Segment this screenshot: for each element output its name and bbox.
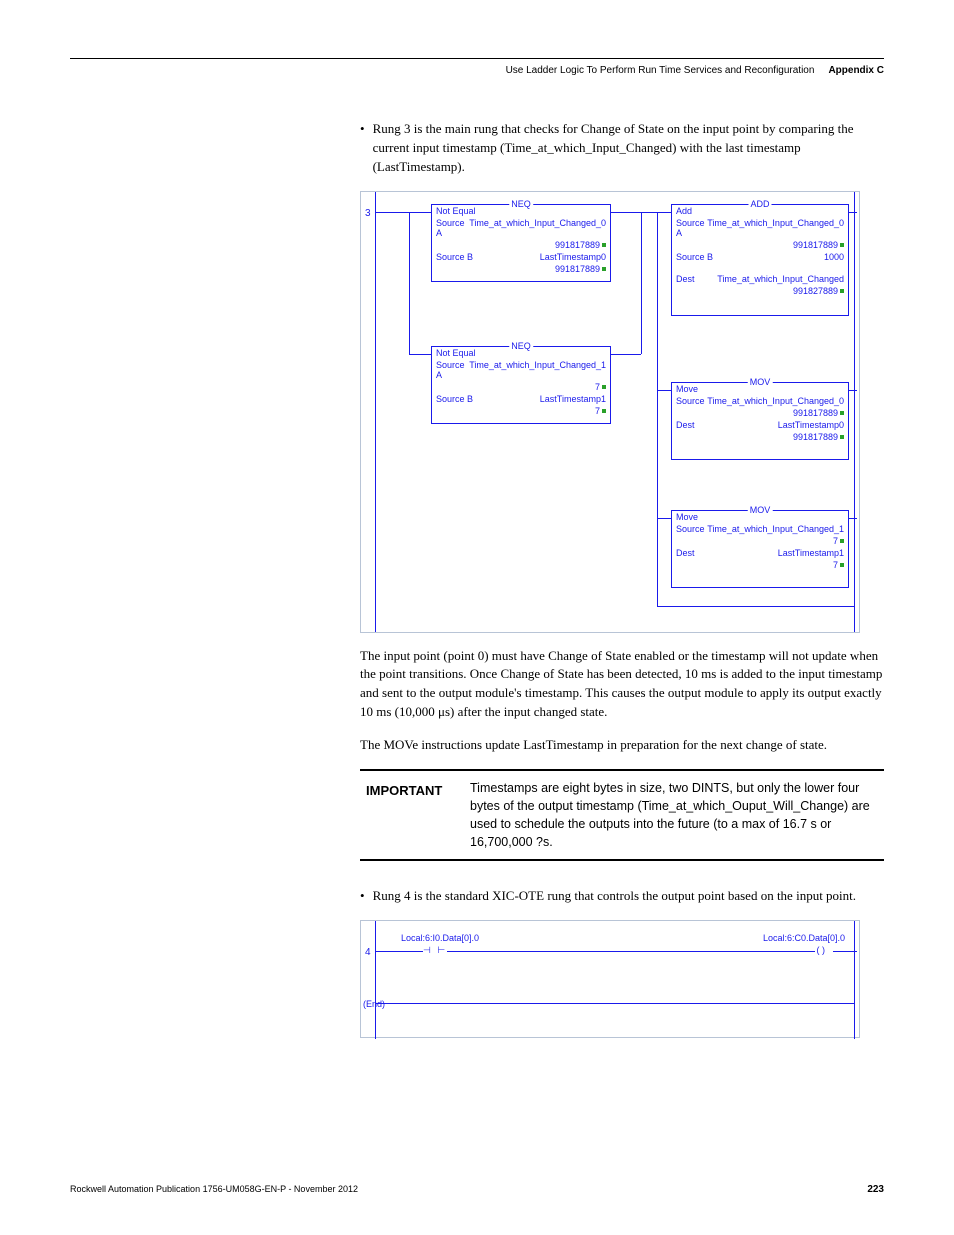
rung-number-4: 4 bbox=[365, 947, 371, 958]
header-appendix-label: Appendix C bbox=[828, 65, 884, 76]
mov1-title: MOV bbox=[748, 377, 773, 387]
paragraph-cos: The input point (point 0) must have Chan… bbox=[360, 647, 884, 722]
callout-label: IMPORTANT bbox=[360, 779, 470, 852]
mov-block-1: MOV Move SourceTime_at_which_Input_Chang… bbox=[671, 382, 849, 460]
live-indicator-icon bbox=[840, 411, 844, 415]
xic-tag: Local:6:I0.Data[0].0 bbox=[401, 933, 479, 943]
bullet-dot-icon: • bbox=[360, 887, 365, 906]
live-indicator-icon bbox=[840, 243, 844, 247]
live-indicator-icon bbox=[840, 563, 844, 567]
live-indicator-icon bbox=[840, 435, 844, 439]
bullet-rung-3: • Rung 3 is the main rung that checks fo… bbox=[360, 120, 884, 177]
bullet-rung-4: • Rung 4 is the standard XIC-OTE rung th… bbox=[360, 887, 884, 906]
live-indicator-icon bbox=[840, 289, 844, 293]
important-callout: IMPORTANT Timestamps are eight bytes in … bbox=[360, 769, 884, 862]
neq-block-1: NEQ Not Equal Source ATime_at_which_Inpu… bbox=[431, 204, 611, 282]
live-indicator-icon bbox=[602, 267, 606, 271]
live-indicator-icon bbox=[602, 409, 606, 413]
bullet-dot-icon: • bbox=[360, 120, 365, 177]
ote-tag: Local:6:C0.Data[0].0 bbox=[763, 933, 845, 943]
end-label: (End) bbox=[363, 999, 385, 1009]
callout-text: Timestamps are eight bytes in size, two … bbox=[470, 779, 884, 852]
paragraph-mov: The MOVe instructions update LastTimesta… bbox=[360, 736, 884, 755]
header-chapter-title: Use Ladder Logic To Perform Run Time Ser… bbox=[506, 65, 815, 76]
add-block: ADD Add Source ATime_at_which_Input_Chan… bbox=[671, 204, 849, 316]
footer-publication: Rockwell Automation Publication 1756-UM0… bbox=[70, 1184, 358, 1195]
ladder-figure-rung-4: 4 Local:6:I0.Data[0].0 ⊣ ⊢ Local:6:C0.Da… bbox=[360, 920, 860, 1038]
xic-symbol-icon: ⊣ ⊢ bbox=[423, 945, 447, 956]
rung-number-3: 3 bbox=[365, 208, 371, 219]
live-indicator-icon bbox=[602, 385, 606, 389]
neq-block-2: NEQ Not Equal Source ATime_at_which_Inpu… bbox=[431, 346, 611, 424]
bullet-rung-3-text: Rung 3 is the main rung that checks for … bbox=[373, 120, 884, 177]
page-header: Use Ladder Logic To Perform Run Time Ser… bbox=[70, 65, 884, 76]
neq2-title: NEQ bbox=[509, 341, 533, 351]
bullet-rung-4-text: Rung 4 is the standard XIC-OTE rung that… bbox=[373, 887, 856, 906]
mov2-title: MOV bbox=[748, 505, 773, 515]
neq1-title: NEQ bbox=[509, 199, 533, 209]
ladder-figure-rung-3: 3 NEQ Not Equal Source ATime_at_which_In… bbox=[360, 191, 860, 633]
live-indicator-icon bbox=[840, 539, 844, 543]
footer-page-number: 223 bbox=[867, 1184, 884, 1195]
add-title: ADD bbox=[748, 199, 771, 209]
live-indicator-icon bbox=[602, 243, 606, 247]
ote-symbol-icon: ( ) bbox=[817, 945, 826, 955]
mov-block-2: MOV Move SourceTime_at_which_Input_Chang… bbox=[671, 510, 849, 588]
page-footer: Rockwell Automation Publication 1756-UM0… bbox=[0, 1184, 954, 1195]
